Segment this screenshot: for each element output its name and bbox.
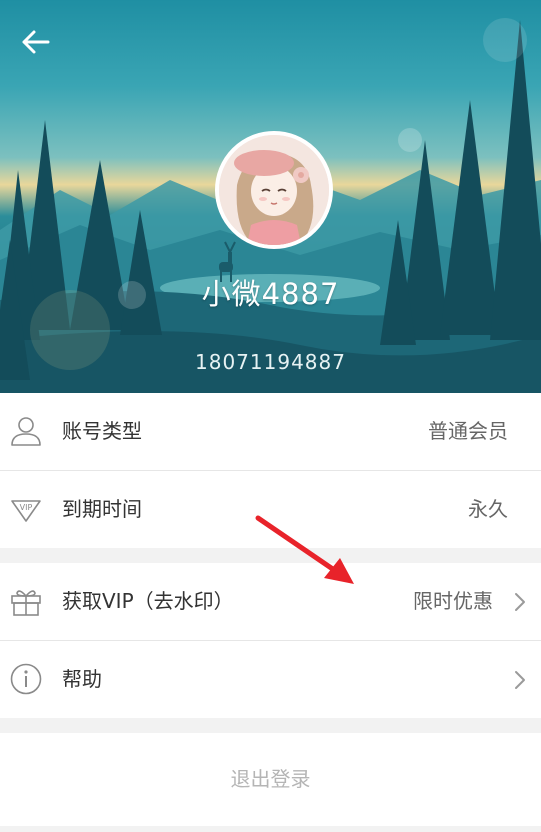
account-type-label: 账号类型 [62,419,142,443]
get-vip-row[interactable]: 获取VIP（去水印） 限时优惠 [0,563,541,641]
avatar[interactable] [215,131,333,249]
svg-text:VIP: VIP [20,503,33,512]
chevron-right-icon [515,671,525,689]
section-divider [0,548,541,563]
vip-diamond-icon: VIP [11,500,41,522]
actions-group: 获取VIP（去水印） 限时优惠 帮助 [0,563,541,718]
back-button[interactable] [16,26,56,58]
get-vip-label: 获取VIP（去水印） [62,589,234,613]
arrow-left-icon [22,30,50,54]
expiry-value: 永久 [468,497,508,521]
account-type-value: 普通会员 [428,419,508,443]
help-label: 帮助 [62,667,102,691]
avatar-illustration [219,135,329,245]
account-type-row: 账号类型 普通会员 [0,393,541,471]
account-info-group: 账号类型 普通会员 VIP 到期时间 永久 [0,393,541,548]
profile-header: 小微4887 18071194887 [0,0,541,393]
promo-value: 限时优惠 [413,589,493,613]
expiry-label: 到期时间 [62,497,142,521]
info-icon [10,663,42,695]
username: 小微4887 [201,277,340,311]
chevron-right-icon [515,593,525,611]
user-icon [11,417,41,446]
expiry-row: VIP 到期时间 永久 [0,471,541,548]
gift-icon [11,590,41,616]
phone-number: 18071194887 [195,350,346,374]
help-row[interactable]: 帮助 [0,641,541,718]
section-divider [0,718,541,733]
logout-button[interactable]: 退出登录 [0,733,541,826]
